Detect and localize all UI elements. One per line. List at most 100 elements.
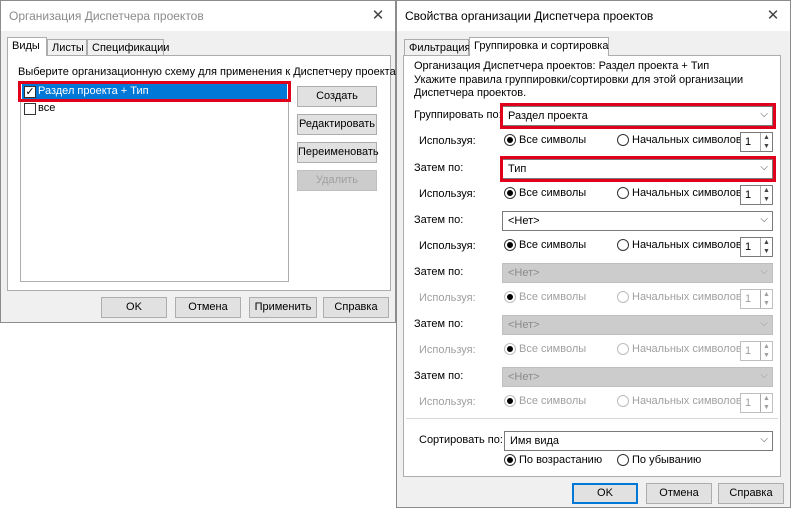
using-label: Используя: <box>419 292 476 304</box>
ok-button[interactable]: OK <box>572 483 638 504</box>
rename-button[interactable]: Переименовать <box>297 142 379 163</box>
group-level-1-select[interactable]: Раздел проекта ⌵ <box>502 106 773 126</box>
divider <box>406 418 778 419</box>
help-button[interactable]: Справка <box>718 483 784 504</box>
char-count-stepper: 1 ▲ ▼ <box>740 393 773 413</box>
start-chars-label: Начальных символов <box>632 134 742 146</box>
start-chars-radio <box>617 291 629 303</box>
close-icon[interactable]: ✕ <box>762 5 784 27</box>
start-chars-label: Начальных символов <box>632 395 742 407</box>
scheme-list[interactable]: ✓ Раздел проекта + Тип все <box>20 82 289 282</box>
right-dialog: Свойства организации Диспетчера проектов… <box>396 0 791 508</box>
tab-sheets[interactable]: Листы <box>47 39 87 56</box>
using-label: Используя: <box>419 188 476 200</box>
cancel-button[interactable]: Отмена <box>646 483 712 504</box>
start-chars-radio[interactable] <box>617 134 629 146</box>
spin-arrows-icon[interactable]: ▲ ▼ <box>760 186 772 204</box>
all-chars-radio[interactable] <box>504 239 516 251</box>
start-chars-radio <box>617 395 629 407</box>
start-chars-label: Начальных символов <box>632 291 742 303</box>
char-count-value: 1 <box>745 136 752 148</box>
list-item[interactable]: ✓ Раздел проекта + Тип <box>22 84 287 100</box>
spin-arrows-icon[interactable]: ▲ ▼ <box>760 238 772 256</box>
chevron-down-icon: ⌵ <box>760 266 768 277</box>
start-chars-radio[interactable] <box>617 239 629 251</box>
char-count-stepper[interactable]: 1 ▲ ▼ <box>740 132 773 152</box>
then-by-label: Затем по: <box>414 266 464 278</box>
char-count-stepper[interactable]: 1 ▲ ▼ <box>740 237 773 257</box>
tab-filtering[interactable]: Фильтрация <box>404 39 470 56</box>
ascending-label: По возрастанию <box>519 454 603 466</box>
left-dialog: Организация Диспетчера проектов ✕ Виды Л… <box>0 0 399 323</box>
left-tab-panel: Выберите организационную схему для приме… <box>7 55 399 291</box>
list-item-label: Раздел проекта + Тип <box>38 85 149 97</box>
char-count-stepper: 1 ▲ ▼ <box>740 289 773 309</box>
cancel-button[interactable]: Отмена <box>175 297 241 318</box>
start-chars-label: Начальных символов <box>632 187 742 199</box>
chevron-down-icon: ⌵ <box>760 214 768 225</box>
ascending-radio[interactable] <box>504 454 516 466</box>
all-chars-radio[interactable] <box>504 134 516 146</box>
right-titlebar: Свойства организации Диспетчера проектов… <box>397 1 790 31</box>
char-count-value: 1 <box>745 397 752 409</box>
tab-grouping-sorting[interactable]: Группировка и сортировка <box>469 37 609 56</box>
sort-by-value: Имя вида <box>510 435 560 447</box>
char-count-stepper[interactable]: 1 ▲ ▼ <box>740 185 773 205</box>
checkbox[interactable] <box>24 103 36 115</box>
group-level-3-select[interactable]: <Нет> ⌵ <box>502 211 773 231</box>
list-item[interactable]: все <box>22 101 287 117</box>
all-chars-label: Все символы <box>519 343 587 355</box>
start-chars-radio <box>617 343 629 355</box>
start-chars-label: Начальных символов <box>632 343 742 355</box>
descending-label: По убыванию <box>632 454 702 466</box>
all-chars-label: Все символы <box>519 134 587 146</box>
create-button[interactable]: Создать <box>297 86 377 107</box>
ok-button[interactable]: OK <box>101 297 167 318</box>
then-by-label: Затем по: <box>414 214 464 226</box>
info-line-3: Диспетчера проектов. <box>414 87 527 99</box>
apply-button[interactable]: Применить <box>249 297 317 318</box>
group-level-4-select: <Нет> ⌵ <box>502 263 773 283</box>
close-icon[interactable]: ✕ <box>367 5 389 27</box>
checkbox[interactable]: ✓ <box>24 86 36 98</box>
then-by-label: Затем по: <box>414 162 464 174</box>
all-chars-radio <box>504 395 516 407</box>
start-chars-radio[interactable] <box>617 187 629 199</box>
char-count-value: 1 <box>745 293 752 305</box>
start-chars-label: Начальных символов <box>632 239 742 251</box>
left-titlebar: Организация Диспетчера проектов ✕ <box>1 1 395 31</box>
spin-arrows-icon: ▲ ▼ <box>760 290 772 308</box>
all-chars-radio[interactable] <box>504 187 516 199</box>
group-level-1-value: Раздел проекта <box>508 110 588 122</box>
using-label: Используя: <box>419 240 476 252</box>
spin-arrows-icon: ▲ ▼ <box>760 394 772 412</box>
group-level-5-value: <Нет> <box>508 319 540 331</box>
group-level-3-value: <Нет> <box>508 215 540 227</box>
group-level-2-value: Тип <box>508 163 527 175</box>
all-chars-label: Все символы <box>519 239 587 251</box>
chevron-down-icon: ⌵ <box>760 370 768 381</box>
chevron-down-icon: ⌵ <box>760 109 768 120</box>
info-line-2: Укажите правила группировки/сортировки д… <box>414 74 744 86</box>
help-button[interactable]: Справка <box>323 297 389 318</box>
group-level-5-select: <Нет> ⌵ <box>502 315 773 335</box>
char-count-stepper: 1 ▲ ▼ <box>740 341 773 361</box>
edit-button[interactable]: Редактировать <box>297 114 377 135</box>
all-chars-radio <box>504 343 516 355</box>
chevron-down-icon: ⌵ <box>760 162 768 173</box>
using-label: Используя: <box>419 135 476 147</box>
left-instruction: Выберите организационную схему для приме… <box>18 66 399 78</box>
using-label: Используя: <box>419 396 476 408</box>
spin-arrows-icon[interactable]: ▲ ▼ <box>760 133 772 151</box>
group-level-2-select[interactable]: Тип ⌵ <box>502 159 773 179</box>
all-chars-label: Все символы <box>519 291 587 303</box>
descending-radio[interactable] <box>617 454 629 466</box>
left-dialog-title: Организация Диспетчера проектов <box>9 9 204 23</box>
tab-views[interactable]: Виды <box>7 37 47 56</box>
sort-by-select[interactable]: Имя вида ⌵ <box>504 431 773 451</box>
group-by-label: Группировать по: <box>414 109 502 121</box>
char-count-value: 1 <box>745 189 752 201</box>
then-by-label: Затем по: <box>414 370 464 382</box>
right-dialog-title: Свойства организации Диспетчера проектов <box>405 9 654 23</box>
tab-schedules[interactable]: Спецификации <box>87 39 169 56</box>
